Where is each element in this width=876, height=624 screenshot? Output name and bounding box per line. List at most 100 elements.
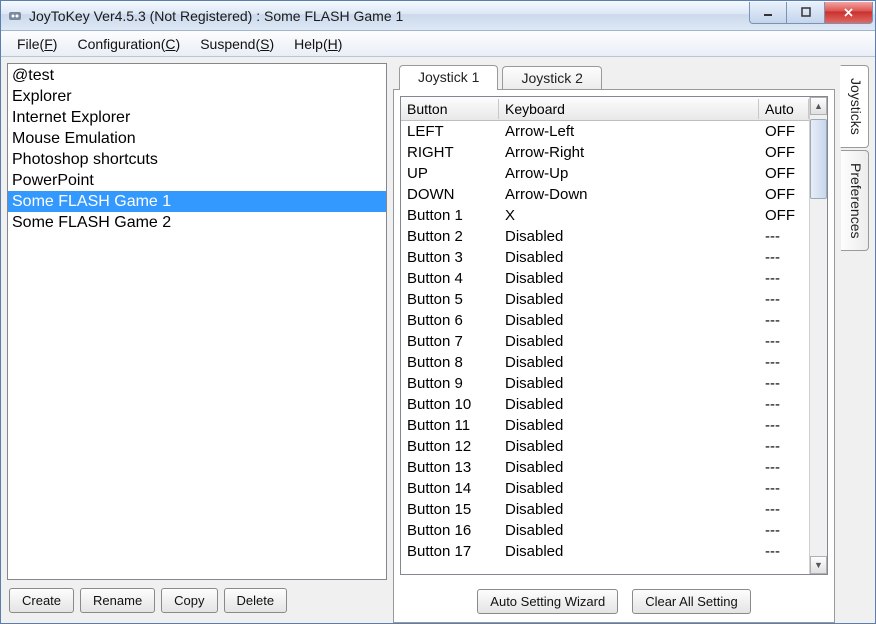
profile-list[interactable]: @testExplorerInternet ExplorerMouse Emul…	[7, 63, 387, 580]
scroll-thumb[interactable]	[810, 119, 827, 199]
cell-button: Button 5	[401, 289, 499, 310]
mapping-body: LEFTArrow-LeftOFFRIGHTArrow-RightOFFUPAr…	[401, 121, 809, 562]
cell-keyboard: Disabled	[499, 436, 759, 457]
mapping-header: Button Keyboard Auto	[401, 97, 809, 121]
profile-item[interactable]: Some FLASH Game 1	[8, 191, 386, 212]
side-tabs: Joysticks Preferences	[841, 63, 869, 623]
copy-button[interactable]: Copy	[161, 588, 217, 613]
mapping-row[interactable]: Button 2Disabled---	[401, 226, 809, 247]
cell-auto: ---	[759, 289, 809, 310]
mapping-row[interactable]: LEFTArrow-LeftOFF	[401, 121, 809, 142]
profile-item[interactable]: Some FLASH Game 2	[8, 212, 386, 233]
mapping-row[interactable]: Button 5Disabled---	[401, 289, 809, 310]
mapping-row[interactable]: Button 8Disabled---	[401, 352, 809, 373]
mapping-row[interactable]: Button 7Disabled---	[401, 331, 809, 352]
cell-auto: ---	[759, 310, 809, 331]
side-tab-preferences[interactable]: Preferences	[841, 150, 869, 251]
profile-item[interactable]: Mouse Emulation	[8, 128, 386, 149]
profile-item[interactable]: PowerPoint	[8, 170, 386, 191]
mapping-row[interactable]: Button 14Disabled---	[401, 478, 809, 499]
tab-joystick-2[interactable]: Joystick 2	[502, 66, 601, 89]
mapping-row[interactable]: Button 12Disabled---	[401, 436, 809, 457]
cell-keyboard: Disabled	[499, 352, 759, 373]
cell-keyboard: Disabled	[499, 268, 759, 289]
header-auto[interactable]: Auto	[759, 99, 809, 119]
clear-all-setting-button[interactable]: Clear All Setting	[632, 589, 751, 614]
joystick-tabs: Joystick 1 Joystick 2	[393, 63, 835, 89]
cell-auto: ---	[759, 226, 809, 247]
cell-button: Button 1	[401, 205, 499, 226]
cell-button: Button 12	[401, 436, 499, 457]
mapping-row[interactable]: RIGHTArrow-RightOFF	[401, 142, 809, 163]
scroll-up-button[interactable]: ▲	[810, 97, 827, 115]
menu-suspend[interactable]: Suspend(S)	[190, 34, 284, 54]
mapping-table[interactable]: Button Keyboard Auto LEFTArrow-LeftOFFRI…	[401, 97, 809, 574]
mapping-row[interactable]: Button 1XOFF	[401, 205, 809, 226]
mapping-row[interactable]: DOWNArrow-DownOFF	[401, 184, 809, 205]
cell-button: Button 15	[401, 499, 499, 520]
cell-keyboard: Disabled	[499, 478, 759, 499]
cell-auto: OFF	[759, 205, 809, 226]
cell-auto: ---	[759, 436, 809, 457]
cell-keyboard: Arrow-Down	[499, 184, 759, 205]
cell-keyboard: Disabled	[499, 331, 759, 352]
auto-setting-wizard-button[interactable]: Auto Setting Wizard	[477, 589, 618, 614]
cell-button: DOWN	[401, 184, 499, 205]
mapping-row[interactable]: Button 6Disabled---	[401, 310, 809, 331]
cell-keyboard: Disabled	[499, 247, 759, 268]
profile-item[interactable]: @test	[8, 65, 386, 86]
side-tab-joysticks[interactable]: Joysticks	[840, 65, 869, 148]
cell-keyboard: Disabled	[499, 499, 759, 520]
maximize-button[interactable]	[787, 2, 825, 24]
header-keyboard[interactable]: Keyboard	[499, 99, 759, 119]
mapping-row[interactable]: Button 3Disabled---	[401, 247, 809, 268]
menu-help[interactable]: Help(H)	[284, 34, 352, 54]
minimize-icon	[763, 7, 773, 17]
menu-configuration[interactable]: Configuration(C)	[67, 34, 190, 54]
cell-button: UP	[401, 163, 499, 184]
profile-item[interactable]: Explorer	[8, 86, 386, 107]
mapping-row[interactable]: Button 10Disabled---	[401, 394, 809, 415]
mapping-row[interactable]: UPArrow-UpOFF	[401, 163, 809, 184]
cell-button: Button 11	[401, 415, 499, 436]
body-area: @testExplorerInternet ExplorerMouse Emul…	[1, 57, 875, 623]
cell-auto: ---	[759, 394, 809, 415]
mapping-buttons: Auto Setting Wizard Clear All Setting	[394, 581, 834, 622]
mapping-row[interactable]: Button 15Disabled---	[401, 499, 809, 520]
cell-keyboard: Arrow-Up	[499, 163, 759, 184]
delete-button[interactable]: Delete	[224, 588, 288, 613]
mapping-row[interactable]: Button 9Disabled---	[401, 373, 809, 394]
cell-button: Button 17	[401, 541, 499, 562]
cell-keyboard: Disabled	[499, 457, 759, 478]
vertical-scrollbar[interactable]: ▲ ▼	[809, 97, 827, 574]
cell-auto: ---	[759, 352, 809, 373]
scroll-track[interactable]	[810, 199, 827, 556]
cell-button: Button 2	[401, 226, 499, 247]
cell-auto: ---	[759, 457, 809, 478]
mapping-row[interactable]: Button 16Disabled---	[401, 520, 809, 541]
menu-file[interactable]: File(F)	[7, 34, 67, 54]
profile-item[interactable]: Internet Explorer	[8, 107, 386, 128]
cell-button: Button 14	[401, 478, 499, 499]
tab-panel: Button Keyboard Auto LEFTArrow-LeftOFFRI…	[393, 89, 835, 623]
rename-button[interactable]: Rename	[80, 588, 155, 613]
mapping-row[interactable]: Button 4Disabled---	[401, 268, 809, 289]
minimize-button[interactable]	[749, 2, 787, 24]
cell-button: Button 7	[401, 331, 499, 352]
scroll-down-button[interactable]: ▼	[810, 556, 827, 574]
mapping-row[interactable]: Button 17Disabled---	[401, 541, 809, 562]
tab-joystick-1[interactable]: Joystick 1	[399, 65, 498, 90]
cell-auto: ---	[759, 373, 809, 394]
mapping-row[interactable]: Button 13Disabled---	[401, 457, 809, 478]
cell-button: Button 4	[401, 268, 499, 289]
header-button[interactable]: Button	[401, 99, 499, 119]
cell-button: Button 3	[401, 247, 499, 268]
cell-button: Button 16	[401, 520, 499, 541]
mapping-row[interactable]: Button 11Disabled---	[401, 415, 809, 436]
create-button[interactable]: Create	[9, 588, 74, 613]
cell-auto: ---	[759, 331, 809, 352]
mapping-wrap: Button Keyboard Auto LEFTArrow-LeftOFFRI…	[400, 96, 828, 575]
close-button[interactable]	[825, 2, 873, 24]
right-pane: Joystick 1 Joystick 2 Button Keyboard Au…	[393, 63, 835, 623]
profile-item[interactable]: Photoshop shortcuts	[8, 149, 386, 170]
